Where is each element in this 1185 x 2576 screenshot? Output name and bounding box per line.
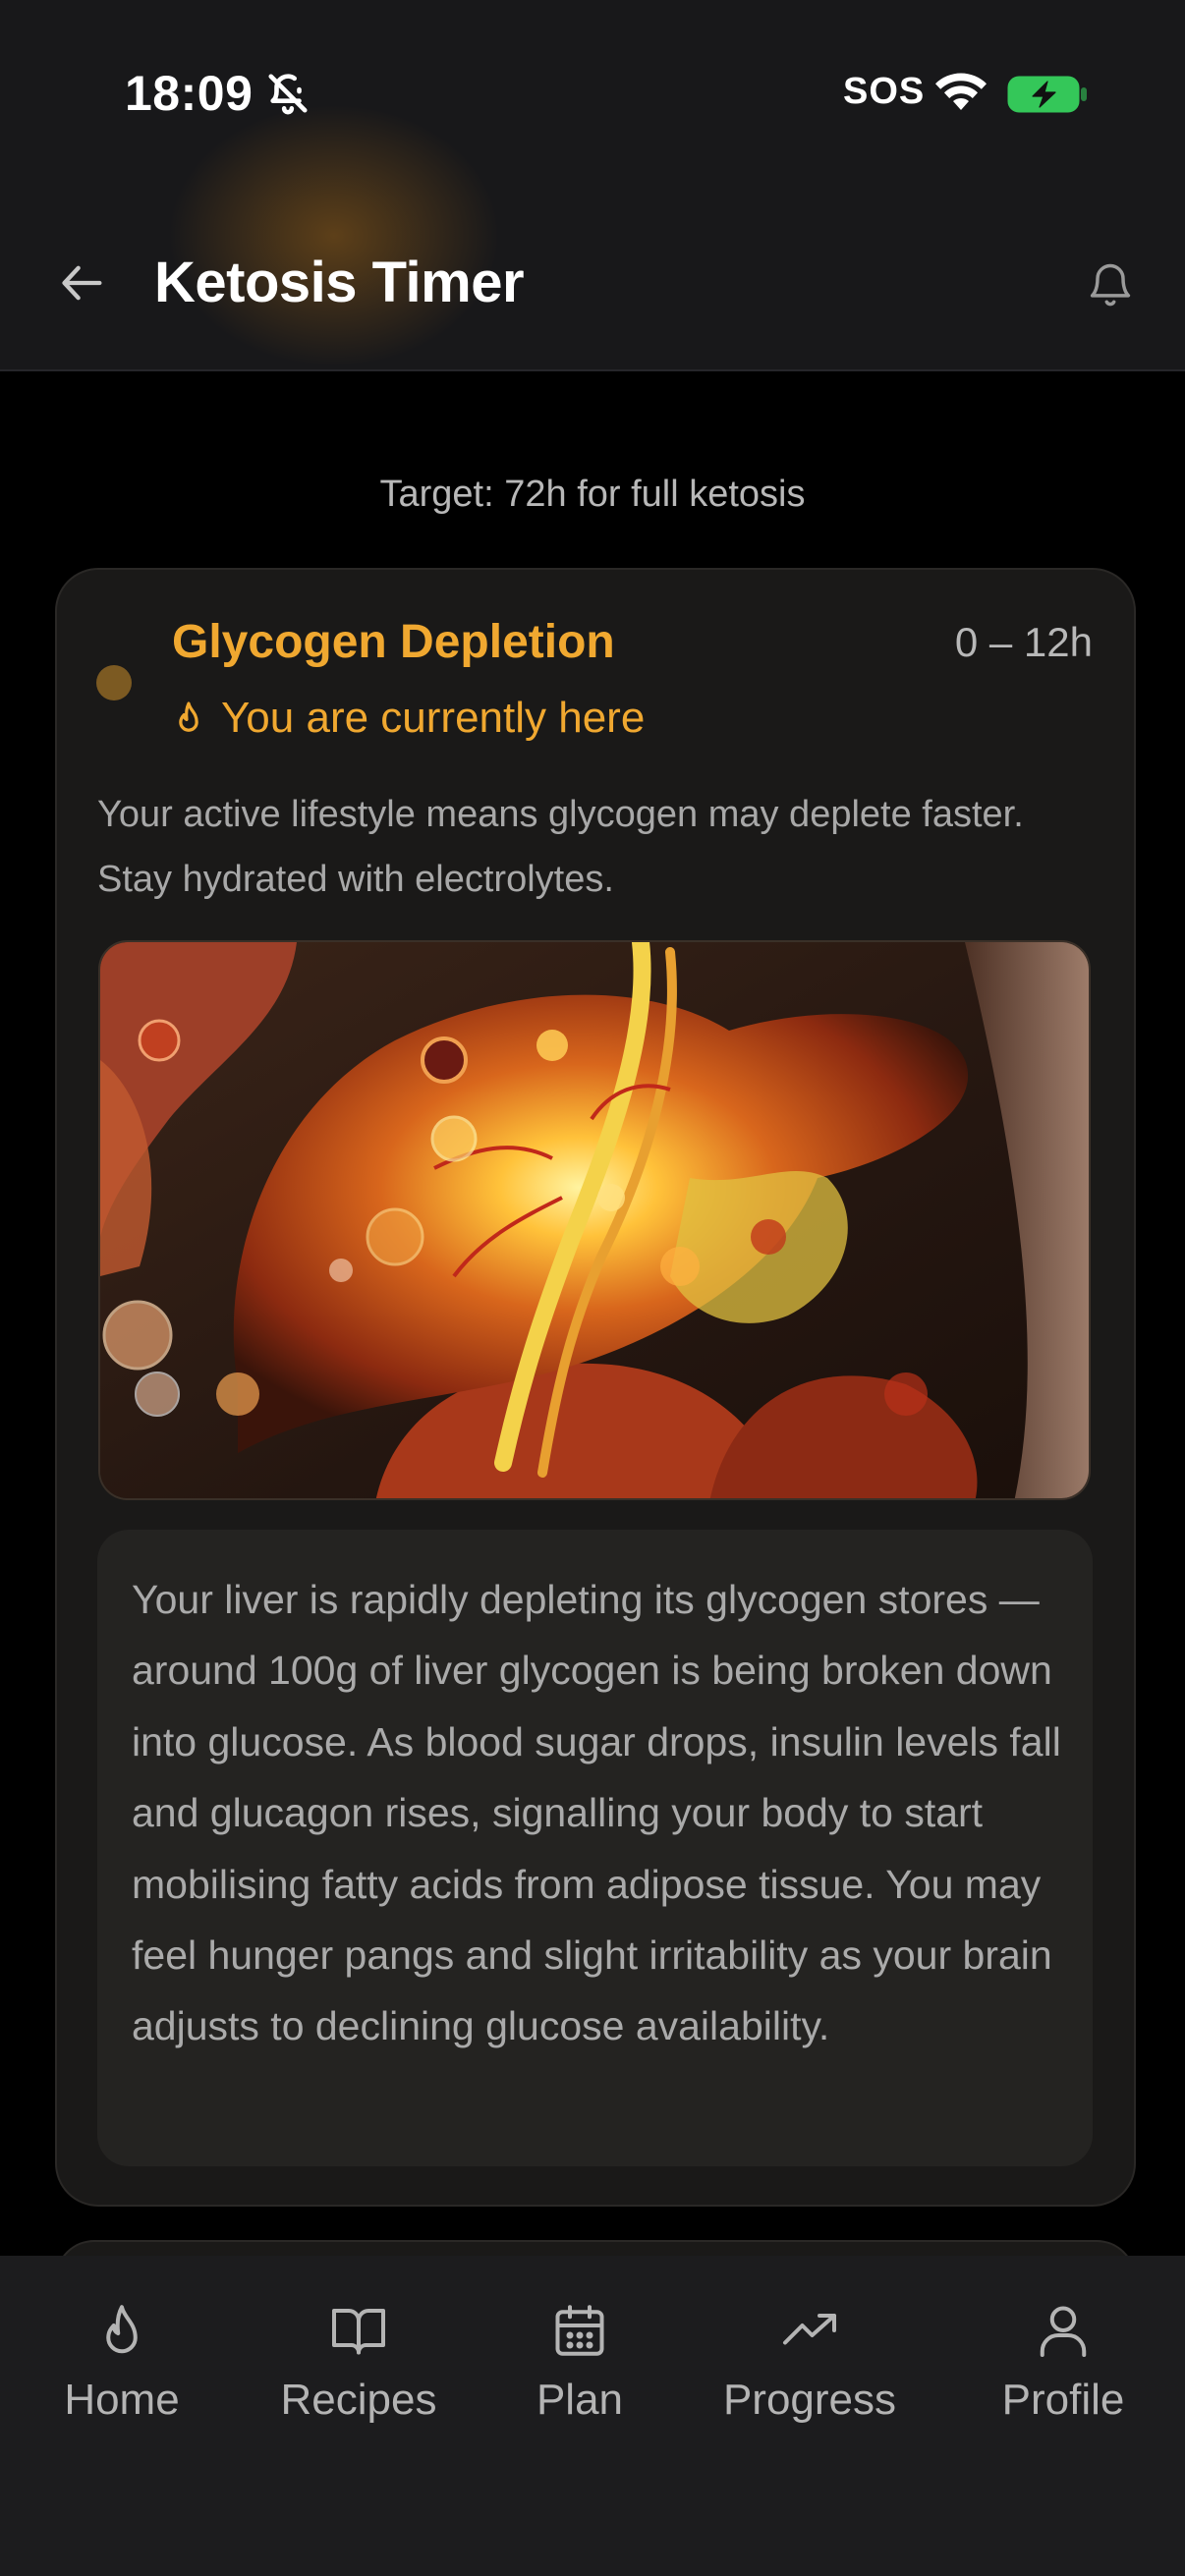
tab-recipes-label: Recipes (280, 2376, 437, 2424)
phase-description: Your active lifestyle means glycogen may… (97, 794, 1024, 900)
tab-profile[interactable]: Profile (996, 2301, 1130, 2425)
top-bar (0, 0, 1185, 371)
tab-home-label: Home (64, 2376, 180, 2424)
liver-illustration (98, 940, 1091, 1500)
tab-progress[interactable]: Progress (717, 2301, 902, 2425)
tab-recipes[interactable]: Recipes (277, 2301, 440, 2425)
silent-mode-icon (268, 74, 308, 115)
page-title: Ketosis Timer (154, 251, 525, 314)
tab-home[interactable]: Home (61, 2301, 183, 2425)
sos-indicator: SOS (843, 71, 926, 112)
status-time: 18:09 (125, 66, 254, 121)
current-phase-indicator: You are currently here (172, 694, 645, 743)
bell-icon[interactable] (1085, 257, 1136, 312)
battery-charging-icon (1007, 76, 1087, 113)
book-icon (332, 2309, 385, 2355)
phase-status-dot (96, 665, 132, 700)
current-phase-label: You are currently here (221, 694, 646, 742)
trending-up-icon (783, 2314, 836, 2345)
back-arrow-icon[interactable] (57, 257, 108, 308)
flame-icon (106, 2305, 138, 2354)
flame-icon (179, 701, 198, 732)
phase-detail-text: Your liver is rapidly depleting its glyc… (132, 1577, 1061, 2049)
wifi-icon (935, 73, 987, 110)
tab-plan-label: Plan (536, 2376, 624, 2424)
tab-plan[interactable]: Plan (535, 2301, 625, 2425)
tab-profile-label: Profile (1001, 2376, 1125, 2424)
phase-name: Glycogen Depletion (172, 616, 615, 668)
target-text: Target: 72h for full ketosis (379, 474, 806, 515)
calendar-icon (555, 2305, 604, 2356)
tab-progress-label: Progress (722, 2376, 897, 2424)
user-icon (1040, 2306, 1087, 2357)
phase-time-range: 0 – 12h (954, 619, 1093, 665)
